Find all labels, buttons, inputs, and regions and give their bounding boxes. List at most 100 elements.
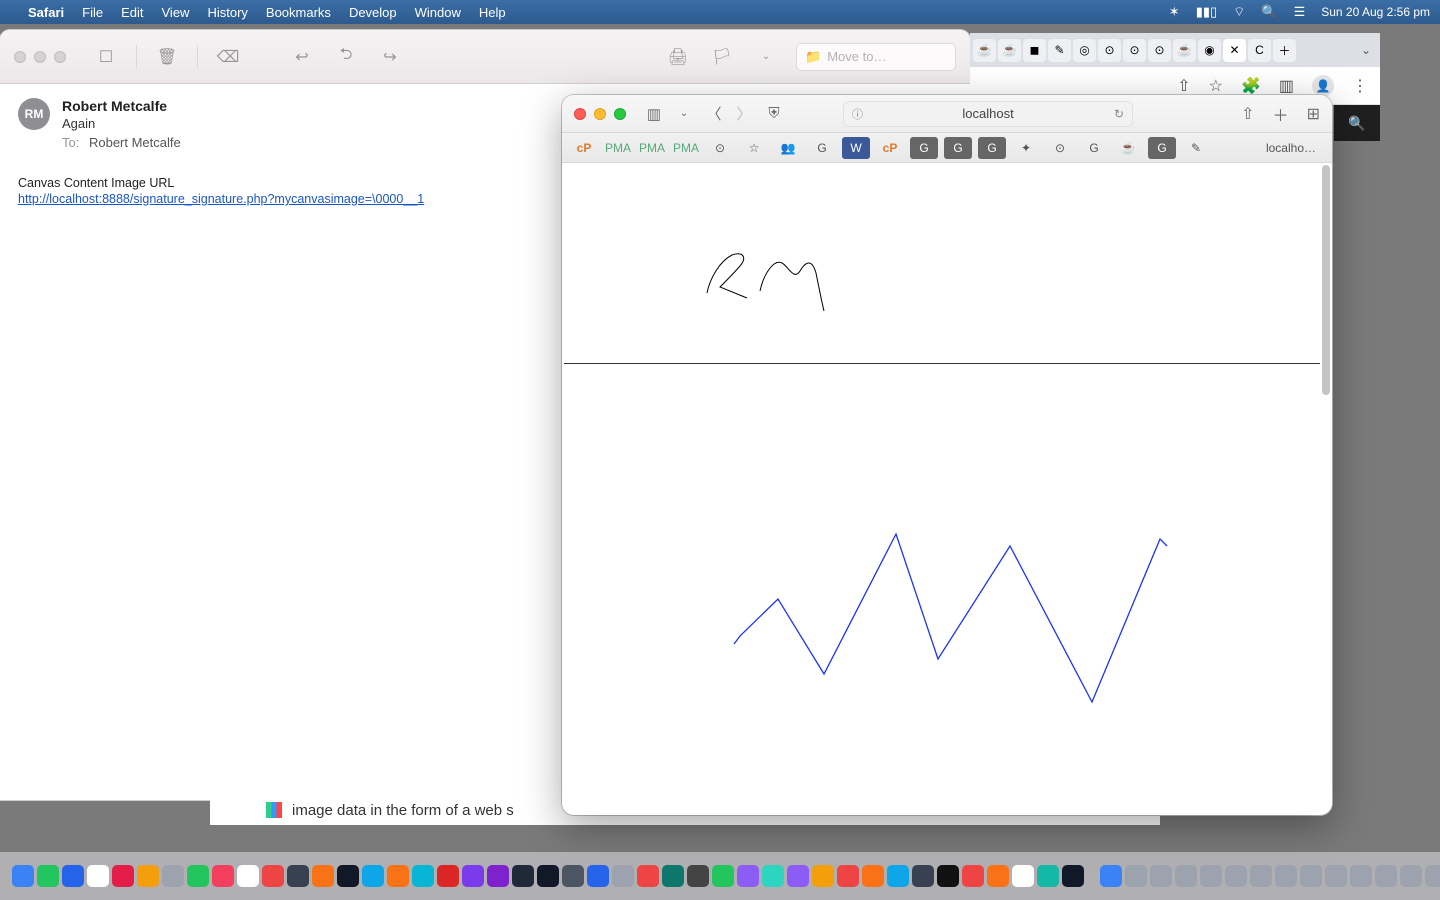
dock-app[interactable]: [387, 865, 409, 887]
fav-item[interactable]: G: [944, 137, 972, 159]
fav-item[interactable]: PMA: [604, 137, 632, 159]
tab-overview-icon[interactable]: ⊞: [1307, 104, 1320, 124]
dock-app[interactable]: [937, 865, 959, 887]
profile-icon[interactable]: 👤: [1312, 75, 1334, 97]
dock-app[interactable]: [512, 865, 534, 887]
dock-app[interactable]: [62, 865, 84, 887]
dock-app[interactable]: [1275, 865, 1297, 887]
dock-app[interactable]: [187, 865, 209, 887]
privacy-report-icon[interactable]: ⛨: [764, 105, 784, 122]
dock-app[interactable]: [1200, 865, 1222, 887]
fav-item[interactable]: ⊙: [706, 137, 734, 159]
dock-app[interactable]: [487, 865, 509, 887]
back-button[interactable]: 〈: [704, 103, 724, 124]
fav-item[interactable]: ☕: [1114, 137, 1142, 159]
close-window-button[interactable]: [574, 108, 586, 120]
menu-view[interactable]: View: [162, 5, 190, 20]
fav-item[interactable]: 👥: [774, 137, 802, 159]
chrome-tab[interactable]: ⊙: [1123, 39, 1146, 62]
sidebar-menu-icon[interactable]: ⌄: [674, 108, 694, 119]
chrome-tab[interactable]: ☕: [973, 39, 996, 62]
fav-item[interactable]: cP: [570, 137, 598, 159]
dock-app[interactable]: [1425, 865, 1440, 887]
tabs-overflow-icon[interactable]: ⌄: [1361, 43, 1371, 57]
dock-app[interactable]: [162, 865, 184, 887]
dock-app[interactable]: [112, 865, 134, 887]
new-tab-button[interactable]: ＋: [1273, 39, 1296, 62]
fav-item[interactable]: G: [808, 137, 836, 159]
dock-app[interactable]: [912, 865, 934, 887]
dock-app[interactable]: [1325, 865, 1347, 887]
safari-traffic-lights[interactable]: [574, 108, 626, 120]
fav-item[interactable]: ⊙: [1046, 137, 1074, 159]
dock-app[interactable]: [1350, 865, 1372, 887]
chrome-tab-active[interactable]: ✕: [1223, 39, 1246, 62]
dock-app[interactable]: [1125, 865, 1147, 887]
dock-app[interactable]: [787, 865, 809, 887]
wifi-icon[interactable]: ⌔: [1233, 4, 1245, 20]
chrome-tab[interactable]: ☕: [998, 39, 1021, 62]
dock-app[interactable]: [1400, 865, 1422, 887]
dock-app[interactable]: [862, 865, 884, 887]
archive-button[interactable]: ☐: [92, 43, 120, 71]
control-center-icon[interactable]: ☰: [1294, 4, 1306, 20]
dock-app[interactable]: [1012, 865, 1034, 887]
dock-app[interactable]: [637, 865, 659, 887]
site-info-icon[interactable]: ⓘ: [852, 106, 863, 122]
dock-app[interactable]: [1250, 865, 1272, 887]
dock-app[interactable]: [1225, 865, 1247, 887]
menubar-clock[interactable]: Sun 20 Aug 2:56 pm: [1321, 5, 1430, 19]
dock-app[interactable]: [812, 865, 834, 887]
dock-app[interactable]: [1062, 865, 1084, 887]
forward-button[interactable]: 〉: [734, 103, 754, 124]
fav-item[interactable]: ☆: [740, 137, 768, 159]
junk-button[interactable]: ⌫: [214, 43, 242, 71]
dock-app[interactable]: [1300, 865, 1322, 887]
chrome-tab[interactable]: ☕: [1173, 39, 1196, 62]
menu-bookmarks[interactable]: Bookmarks: [266, 5, 331, 20]
dock-app[interactable]: [462, 865, 484, 887]
dock-app[interactable]: [412, 865, 434, 887]
address-bar[interactable]: ⓘ localhost ↻: [843, 101, 1133, 127]
side-panel-icon[interactable]: ▥: [1279, 76, 1294, 96]
minimize-window-button[interactable]: [594, 108, 606, 120]
dock-app[interactable]: [237, 865, 259, 887]
fav-item[interactable]: G: [1080, 137, 1108, 159]
new-tab-icon[interactable]: ＋: [1273, 102, 1289, 126]
dock-app[interactable]: [887, 865, 909, 887]
chrome-tab[interactable]: ◼: [1023, 39, 1046, 62]
flag-button[interactable]: 🏳: [708, 43, 736, 71]
move-to-field[interactable]: 📁 Move to…: [796, 43, 956, 71]
chrome-menu-icon[interactable]: ⋮: [1352, 76, 1368, 96]
bluetooth-icon[interactable]: ✶: [1169, 4, 1180, 20]
fav-item[interactable]: W: [842, 137, 870, 159]
fav-item[interactable]: G: [1148, 137, 1176, 159]
dock-app[interactable]: [437, 865, 459, 887]
battery-icon[interactable]: ▮▮▯: [1196, 4, 1217, 20]
menu-file[interactable]: File: [82, 5, 103, 20]
reply-all-button[interactable]: ⮌: [332, 43, 360, 71]
chrome-tab[interactable]: ◎: [1073, 39, 1096, 62]
dock-app[interactable]: [362, 865, 384, 887]
dock-app[interactable]: [762, 865, 784, 887]
dock-app[interactable]: [12, 865, 34, 887]
fav-item[interactable]: cP: [876, 137, 904, 159]
dock-app[interactable]: [962, 865, 984, 887]
mail-body-link[interactable]: http://localhost:8888/signature_signatur…: [18, 192, 424, 206]
reload-icon[interactable]: ↻: [1114, 107, 1124, 121]
dock-app[interactable]: [587, 865, 609, 887]
menu-history[interactable]: History: [207, 5, 247, 20]
dock-app[interactable]: [737, 865, 759, 887]
mail-traffic-lights[interactable]: [14, 51, 66, 63]
flag-menu-button[interactable]: ⌄: [752, 43, 780, 71]
dock-app[interactable]: [562, 865, 584, 887]
dock-app[interactable]: [212, 865, 234, 887]
menu-window[interactable]: Window: [415, 5, 461, 20]
extensions-icon[interactable]: 🧩: [1241, 76, 1261, 96]
dock-app[interactable]: [1100, 865, 1122, 887]
fav-item[interactable]: G: [978, 137, 1006, 159]
fav-item[interactable]: ✦: [1012, 137, 1040, 159]
chrome-tab[interactable]: C: [1248, 39, 1271, 62]
menu-develop[interactable]: Develop: [349, 5, 397, 20]
dock-app[interactable]: [37, 865, 59, 887]
